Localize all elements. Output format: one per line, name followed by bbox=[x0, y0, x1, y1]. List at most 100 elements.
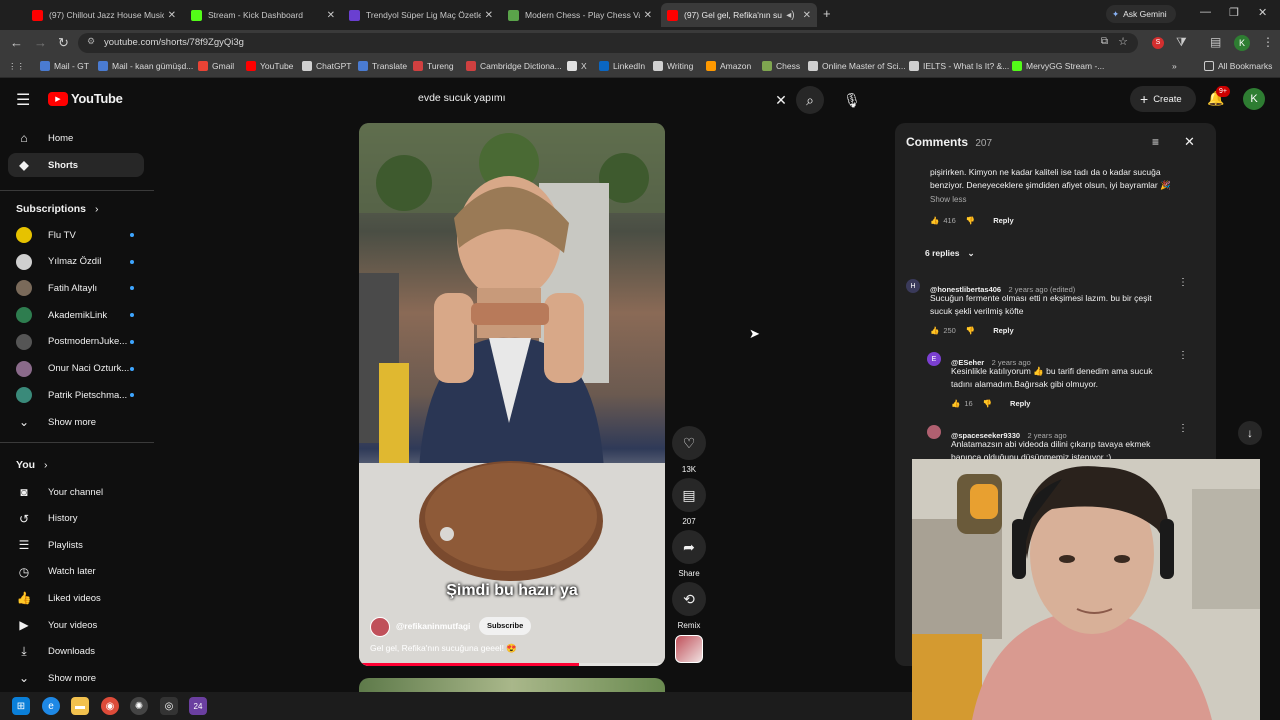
bookmark-item[interactable]: Writing bbox=[653, 61, 693, 71]
subscription-item[interactable]: Flu TV bbox=[8, 223, 144, 247]
all-bookmarks-link[interactable]: All Bookmarks bbox=[1204, 61, 1272, 71]
bookmark-item[interactable]: Gmail bbox=[198, 61, 234, 71]
short-title[interactable]: Gel gel, Refika'nın sucuğuna geeel! 😍 bbox=[370, 643, 517, 654]
install-app-icon[interactable]: ⧉ bbox=[1101, 36, 1108, 47]
short-video-player[interactable]: Şimdi bu hazır ya @refikaninmutfagi Subs… bbox=[359, 123, 665, 666]
browser-tab[interactable]: Modern Chess - Play Chess Var ✕ bbox=[502, 3, 658, 27]
thumbs-up-icon[interactable]: 👍 bbox=[930, 326, 939, 335]
sidebar-item-home[interactable]: ⌂ Home bbox=[8, 126, 144, 150]
commenter-avatar[interactable]: H bbox=[906, 279, 920, 293]
hamburger-menu-icon[interactable]: ☰ bbox=[16, 90, 30, 110]
sidebar-item-liked-videos[interactable]: 👍 Liked videos bbox=[8, 586, 144, 610]
close-comments-icon[interactable]: ✕ bbox=[1184, 134, 1195, 150]
bookmark-item[interactable]: ChatGPT bbox=[302, 61, 351, 71]
scroll-down-button-icon[interactable]: ↓ bbox=[1238, 421, 1262, 445]
show-more-you[interactable]: ⌄ Show more bbox=[8, 666, 144, 690]
clear-search-icon[interactable]: ✕ bbox=[767, 86, 795, 114]
browser-profile-avatar[interactable]: K bbox=[1234, 35, 1250, 51]
like-button[interactable]: ♡ 13K bbox=[672, 426, 706, 474]
speaker-icon[interactable]: ◂) bbox=[786, 10, 794, 21]
close-window-icon[interactable]: ✕ bbox=[1258, 6, 1267, 19]
bookmark-item[interactable]: Tureng bbox=[413, 61, 454, 71]
thumbs-down-icon[interactable]: 👎 bbox=[983, 399, 992, 408]
reply-button[interactable]: Reply bbox=[1010, 399, 1030, 408]
windows-start-icon[interactable]: ⊞ bbox=[12, 697, 30, 715]
reply-button[interactable]: Reply bbox=[993, 326, 1013, 335]
sidebar-item-your-channel[interactable]: ◙ Your channel bbox=[8, 480, 144, 504]
sidebar-item-playlists[interactable]: ☰ Playlists bbox=[8, 533, 144, 557]
sidebar-item-your-videos[interactable]: ▶ Your videos bbox=[8, 613, 144, 637]
ask-gemini-button[interactable]: ✦ Ask Gemini bbox=[1106, 5, 1176, 23]
search-icon[interactable]: ⌕ bbox=[796, 86, 824, 114]
subscription-item[interactable]: AkademikLink bbox=[8, 303, 144, 327]
edge-browser-icon[interactable]: e bbox=[42, 697, 60, 715]
bookmark-item[interactable]: Chess bbox=[762, 61, 800, 71]
close-tab-icon[interactable]: ✕ bbox=[803, 10, 811, 21]
maximize-icon[interactable]: ❐ bbox=[1229, 6, 1239, 19]
show-less-link[interactable]: Show less bbox=[930, 195, 966, 204]
sidebar-item-downloads[interactable]: ⤓ Downloads bbox=[8, 640, 144, 664]
extension-icon[interactable]: S bbox=[1152, 37, 1164, 49]
app-icon[interactable]: ◎ bbox=[160, 697, 178, 715]
chatgpt-icon[interactable]: ✺ bbox=[130, 697, 148, 715]
app-badge-icon[interactable]: 24 bbox=[189, 697, 207, 715]
chrome-icon[interactable]: ◉ bbox=[101, 697, 119, 715]
you-heading[interactable]: You › bbox=[16, 459, 47, 471]
bookmark-item[interactable]: X bbox=[567, 61, 587, 71]
browser-menu-icon[interactable]: ⋮ bbox=[1262, 35, 1274, 49]
extensions-puzzle-icon[interactable]: ⧩ bbox=[1176, 35, 1187, 50]
subscription-item[interactable]: Yılmaz Özdil bbox=[8, 250, 144, 274]
close-tab-icon[interactable]: ✕ bbox=[327, 10, 335, 21]
comment-menu-icon[interactable]: ⋮ bbox=[1178, 423, 1188, 434]
bookmark-item[interactable]: Mail - GT bbox=[40, 61, 89, 71]
browser-tab[interactable]: (97) Chillout Jazz House Music ✕ bbox=[26, 3, 182, 27]
bookmark-item[interactable]: LinkedIn bbox=[599, 61, 645, 71]
reply-button[interactable]: Reply bbox=[993, 216, 1013, 225]
sidepanel-icon[interactable]: ▤ bbox=[1210, 35, 1221, 49]
sort-comments-icon[interactable]: ≡ bbox=[1152, 135, 1159, 149]
microphone-icon[interactable]: 🎙 bbox=[838, 86, 866, 114]
subscription-item[interactable]: Fatih Altaylı bbox=[8, 276, 144, 300]
bookmark-item[interactable]: Mail - kaan gümüşd... bbox=[98, 61, 193, 71]
sidebar-item-watch-later[interactable]: ◷ Watch later bbox=[8, 560, 144, 584]
bookmark-item[interactable]: Translate bbox=[358, 61, 407, 71]
close-tab-icon[interactable]: ✕ bbox=[485, 10, 493, 21]
subscribe-button[interactable]: Subscribe bbox=[479, 617, 532, 635]
account-avatar[interactable]: K bbox=[1243, 88, 1265, 110]
channel-handle[interactable]: @refikaninmutfagi bbox=[396, 621, 470, 631]
bookmark-item[interactable]: Online Master of Sci... bbox=[808, 61, 906, 71]
new-tab-plus-icon[interactable]: + bbox=[823, 6, 831, 21]
sound-thumbnail[interactable] bbox=[675, 635, 703, 663]
comment-menu-icon[interactable]: ⋮ bbox=[1178, 277, 1188, 288]
close-tab-icon[interactable]: ✕ bbox=[168, 10, 176, 21]
comments-button[interactable]: ▤ 207 bbox=[672, 478, 706, 526]
reload-icon[interactable]: ↻ bbox=[58, 35, 69, 51]
close-tab-icon[interactable]: ✕ bbox=[644, 10, 652, 21]
browser-tab[interactable]: Stream - Kick Dashboard ✕ bbox=[185, 3, 341, 27]
thumbs-down-icon[interactable]: 👎 bbox=[966, 326, 975, 335]
sidebar-item-history[interactable]: ↺ History bbox=[8, 507, 144, 531]
search-input[interactable]: evde sucuk yapımı bbox=[408, 86, 828, 112]
bookmark-item[interactable]: YouTube bbox=[246, 61, 293, 71]
apps-grid-icon[interactable]: ⋮⋮ bbox=[8, 61, 25, 72]
browser-tab[interactable]: Trendyol Süper Lig Maç Özetle ✕ bbox=[343, 3, 499, 27]
bookmark-item[interactable]: Amazon bbox=[706, 61, 751, 71]
video-progress-track[interactable] bbox=[359, 663, 665, 666]
bookmark-item[interactable]: Cambridge Dictiona... bbox=[466, 61, 562, 71]
channel-avatar[interactable] bbox=[370, 617, 390, 637]
file-explorer-icon[interactable]: ▬ bbox=[71, 697, 89, 715]
site-info-icon[interactable]: ⚙ bbox=[87, 36, 95, 47]
thumbs-down-icon[interactable]: 👎 bbox=[966, 216, 975, 225]
subscription-item[interactable]: PostmodernJuke... bbox=[8, 330, 144, 354]
forward-arrow-icon[interactable]: → bbox=[34, 35, 47, 50]
replies-toggle[interactable]: 6 replies ⌄ bbox=[925, 245, 975, 261]
thumbs-up-icon[interactable]: 👍 bbox=[930, 216, 939, 225]
youtube-logo[interactable]: ▶ YouTube bbox=[48, 91, 123, 106]
bookmark-item[interactable]: IELTS - What Is It? &... bbox=[909, 61, 1009, 71]
thumbs-up-icon[interactable]: 👍 bbox=[951, 399, 960, 408]
share-button[interactable]: ➦ Share bbox=[672, 530, 706, 578]
commenter-avatar[interactable]: E bbox=[927, 352, 941, 366]
bookmark-star-icon[interactable]: ☆ bbox=[1118, 35, 1128, 48]
minimize-icon[interactable]: — bbox=[1200, 6, 1211, 18]
back-arrow-icon[interactable]: ← bbox=[10, 35, 23, 50]
